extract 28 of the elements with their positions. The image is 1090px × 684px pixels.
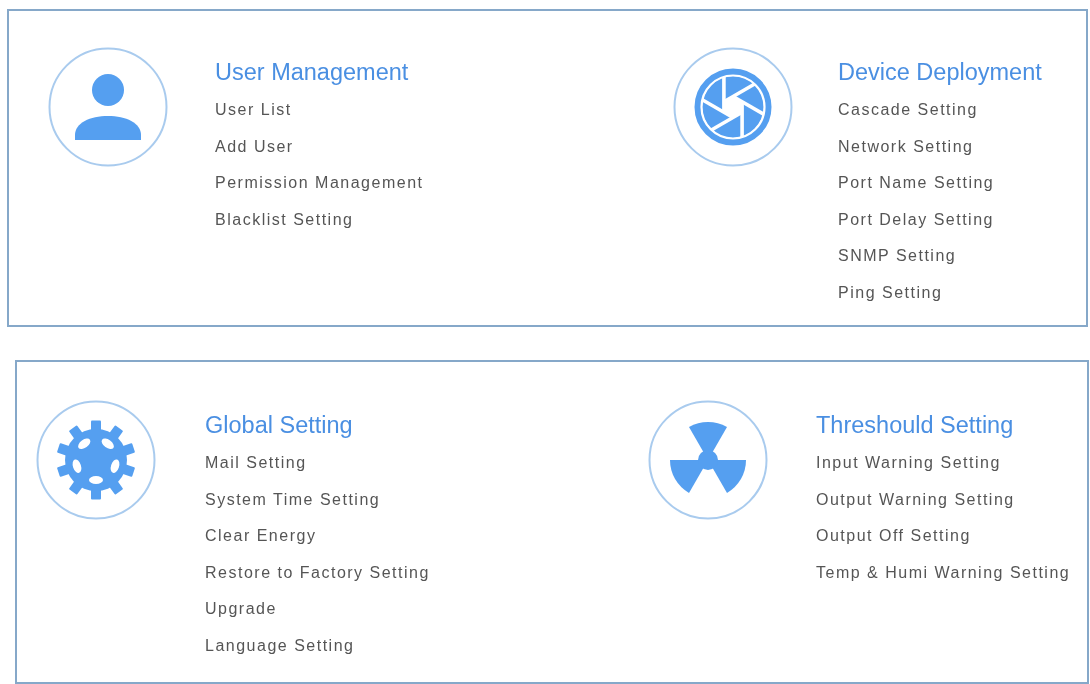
menu-link[interactable]: Add User (215, 128, 294, 165)
menu-link[interactable]: Port Name Setting (838, 165, 995, 202)
menu-link[interactable]: Output Warning Setting (816, 481, 1015, 518)
menu-link[interactable]: Cascade Setting (838, 92, 978, 129)
menu-link[interactable]: System Time Setting (205, 481, 381, 518)
radiation-icon (648, 400, 768, 520)
menu-link[interactable]: Blacklist Setting (215, 201, 354, 238)
section-title: User Management (215, 58, 409, 87)
menu-link[interactable]: Permission Management (215, 165, 424, 202)
menu-link[interactable]: Restore to Factory Setting (205, 554, 430, 591)
menu-link[interactable]: Ping Setting (838, 274, 943, 311)
menu-link[interactable]: Upgrade (205, 591, 277, 628)
menu-link[interactable]: Language Setting (205, 627, 355, 664)
section-title: Threshould Setting (816, 411, 1014, 440)
menu-link[interactable]: Network Setting (838, 128, 974, 165)
person-icon (48, 47, 168, 167)
section-title: Global Setting (205, 411, 353, 440)
menu-link[interactable]: Input Warning Setting (816, 445, 1001, 482)
gear-icon (36, 400, 156, 520)
aperture-icon (673, 47, 793, 167)
menu-link[interactable]: Output Off Setting (816, 518, 971, 555)
menu-link[interactable]: Port Delay Setting (838, 201, 994, 238)
menu-link[interactable]: Clear Energy (205, 518, 317, 555)
section-title: Device Deployment (838, 58, 1042, 87)
menu-link[interactable]: Mail Setting (205, 445, 307, 482)
menu-link[interactable]: Temp & Humi Warning Setting (816, 554, 1071, 591)
menu-link[interactable]: SNMP Setting (838, 238, 957, 275)
menu-link[interactable]: User List (215, 92, 292, 129)
